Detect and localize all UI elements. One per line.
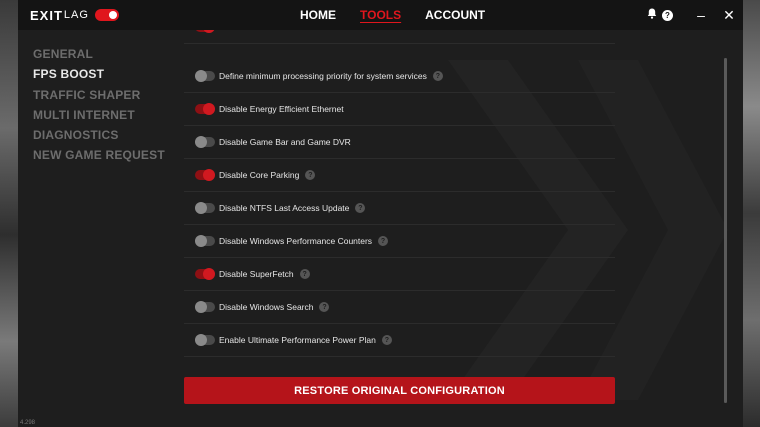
option-label: Disable NTFS Last Access Update xyxy=(219,203,350,213)
background-right-strip xyxy=(743,0,760,427)
option-label: Disable Core Parking xyxy=(219,170,300,180)
version-label: 4.298 xyxy=(20,420,36,426)
option-toggle[interactable] xyxy=(195,136,215,148)
option-row-partial xyxy=(184,30,615,44)
connection-toggle[interactable] xyxy=(94,9,119,21)
help-icon[interactable]: ? xyxy=(355,203,366,213)
sidebar-item-traffic-shaper[interactable]: TRAFFIC SHAPER xyxy=(33,85,173,105)
toggle-knob xyxy=(195,235,207,247)
option-row: Define minimum processing priority for s… xyxy=(184,60,615,93)
option-row: Disable Windows Search? xyxy=(184,291,615,324)
background-left-strip xyxy=(0,0,18,427)
option-toggle[interactable] xyxy=(195,202,215,214)
toggle-knob xyxy=(203,30,215,33)
exitlag-logo: EXIT LAG xyxy=(30,7,119,23)
title-bar: EXIT LAG HOME TOOLS ACCOUNT ? – ✕ xyxy=(18,0,743,30)
nav-home[interactable]: HOME xyxy=(300,8,336,22)
help-icon[interactable]: ? xyxy=(305,170,316,180)
option-row: Disable SuperFetch? xyxy=(184,258,615,291)
option-row: Disable Windows Performance Counters? xyxy=(184,225,615,258)
option-label: Disable Game Bar and Game DVR xyxy=(219,137,351,147)
minimize-button[interactable]: – xyxy=(687,7,715,23)
toggle-knob xyxy=(195,202,207,214)
sidebar-item-diagnostics[interactable]: DIAGNOSTICS xyxy=(33,125,173,145)
option-label: Disable Windows Performance Counters xyxy=(219,236,373,246)
logo-text-lag: LAG xyxy=(63,9,89,21)
option-row: Disable Energy Efficient Ethernet xyxy=(184,93,615,126)
help-icon[interactable]: ? xyxy=(378,236,389,246)
option-label: Define minimum processing priority for s… xyxy=(219,71,427,81)
bell-icon[interactable] xyxy=(645,8,659,22)
option-toggle[interactable] xyxy=(195,103,215,115)
help-icon[interactable]: ? xyxy=(319,302,330,312)
option-label: Disable Windows Search xyxy=(219,302,314,312)
toggle-knob xyxy=(195,334,207,346)
sidebar-item-general[interactable]: GENERAL xyxy=(33,44,173,64)
option-label: Disable Energy Efficient Ethernet xyxy=(219,104,344,114)
toggle-knob xyxy=(203,169,215,181)
help-icon[interactable]: ? xyxy=(381,335,392,345)
restore-original-configuration-button[interactable]: RESTORE ORIGINAL CONFIGURATION xyxy=(184,377,615,404)
option-toggle[interactable] xyxy=(195,235,215,247)
fps-boost-options-list: Define minimum processing priority for s… xyxy=(184,30,615,360)
top-nav: HOME TOOLS ACCOUNT xyxy=(300,0,509,30)
toggle-knob xyxy=(203,103,215,115)
toggle-knob xyxy=(195,70,207,82)
option-toggle[interactable] xyxy=(195,30,215,33)
option-toggle[interactable] xyxy=(195,70,215,82)
close-button[interactable]: ✕ xyxy=(715,7,743,24)
nav-tools[interactable]: TOOLS xyxy=(360,8,401,22)
toggle-knob xyxy=(195,301,207,313)
nav-account[interactable]: ACCOUNT xyxy=(425,8,485,22)
option-toggle[interactable] xyxy=(195,334,215,346)
help-icon[interactable]: ? xyxy=(432,71,443,81)
toggle-knob xyxy=(203,268,215,280)
app-window: EXIT LAG HOME TOOLS ACCOUNT ? – ✕ GENERA… xyxy=(18,0,743,427)
option-label: Disable SuperFetch xyxy=(219,269,294,279)
sidebar: GENERAL FPS BOOST TRAFFIC SHAPER MULTI I… xyxy=(33,44,173,166)
option-toggle[interactable] xyxy=(195,169,215,181)
option-row: Enable Ultimate Performance Power Plan? xyxy=(184,324,615,357)
sidebar-item-fps-boost[interactable]: FPS BOOST xyxy=(33,64,173,84)
logo-text-exit: EXIT xyxy=(30,7,63,23)
toggle-knob xyxy=(195,136,207,148)
help-icon[interactable]: ? xyxy=(662,9,673,21)
scrollbar-thumb[interactable] xyxy=(724,58,727,403)
help-icon[interactable]: ? xyxy=(299,269,310,279)
option-row: Disable Core Parking? xyxy=(184,159,615,192)
option-label: Enable Ultimate Performance Power Plan xyxy=(219,335,376,345)
sidebar-item-multi-internet[interactable]: MULTI INTERNET xyxy=(33,105,173,125)
sidebar-item-new-game-request[interactable]: NEW GAME REQUEST xyxy=(33,145,173,165)
titlebar-controls: ? – ✕ xyxy=(645,0,743,30)
scrollbar[interactable] xyxy=(724,58,727,403)
option-toggle[interactable] xyxy=(195,301,215,313)
option-row: Disable NTFS Last Access Update? xyxy=(184,192,615,225)
option-row: Disable Game Bar and Game DVR xyxy=(184,126,615,159)
option-toggle[interactable] xyxy=(195,268,215,280)
